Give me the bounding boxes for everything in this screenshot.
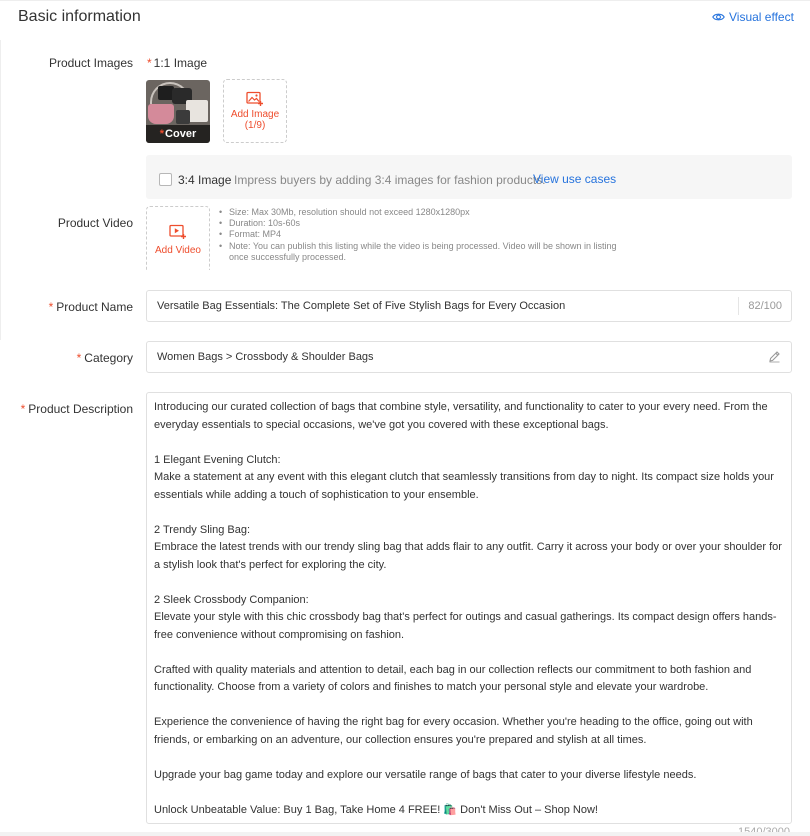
product-video-label: Product Video: [57, 216, 133, 230]
input-divider: [738, 297, 739, 315]
video-note-size: Size: Max 30Mb, resolution should not ex…: [219, 207, 629, 218]
ratio-34-label: 3:4 Image: [178, 173, 232, 187]
add-image-label: Add Image: [230, 109, 280, 120]
add-image-icon: [246, 91, 263, 106]
add-video-button[interactable]: Add Video: [146, 206, 210, 270]
add-video-label: Add Video: [155, 245, 201, 256]
ratio-34-description: Impress buyers by adding 3:4 images for …: [234, 173, 546, 187]
top-divider: [0, 0, 810, 1]
video-note-duration: Duration: 10s-60s: [219, 218, 629, 229]
product-name-input[interactable]: Versatile Bag Essentials: The Complete S…: [146, 290, 792, 322]
category-value: Women Bags > Crossbody & Shoulder Bags: [157, 351, 374, 363]
add-image-button[interactable]: Add Image (1/9): [223, 79, 287, 143]
video-requirements-list: Size: Max 30Mb, resolution should not ex…: [219, 207, 629, 263]
pencil-icon[interactable]: [768, 350, 781, 363]
image-ratio-label: * 1:1 Image: [147, 56, 207, 70]
add-image-count: (1/9): [244, 120, 266, 131]
product-name-label: * Product Name: [48, 300, 133, 314]
visual-effect-label: Visual effect: [729, 10, 794, 24]
cover-label: Cover: [165, 128, 197, 140]
category-label: * Category: [76, 351, 133, 365]
left-divider: [0, 40, 1, 340]
video-note-processing: Note: You can publish this listing while…: [219, 241, 629, 263]
section-title: Basic information: [18, 8, 141, 25]
basic-information-page: Basic information Visual effect Product …: [0, 0, 810, 836]
video-note-format: Format: MP4: [219, 229, 629, 240]
visual-effect-link[interactable]: Visual effect: [712, 10, 794, 24]
product-images-label: Product Images: [48, 56, 133, 70]
cover-image-thumbnail[interactable]: *Cover: [146, 80, 210, 143]
product-description-textarea[interactable]: Introducing our curated collection of ba…: [146, 392, 792, 824]
bottom-divider: [0, 832, 810, 836]
product-description-label: * Product Description: [20, 402, 133, 416]
product-description-text: Introducing our curated collection of ba…: [154, 401, 782, 816]
ratio-34-panel: 3:4 Image Impress buyers by adding 3:4 i…: [146, 155, 792, 199]
cover-badge: *Cover: [146, 125, 210, 143]
eye-icon: [712, 13, 725, 21]
category-selector[interactable]: Women Bags > Crossbody & Shoulder Bags: [146, 341, 792, 373]
required-mark: *: [147, 56, 152, 70]
ratio-text: 1:1 Image: [153, 56, 208, 70]
ratio-34-checkbox[interactable]: [159, 173, 172, 186]
add-video-icon: [169, 224, 186, 239]
product-name-counter: 82/100: [748, 300, 782, 312]
product-name-value: Versatile Bag Essentials: The Complete S…: [157, 300, 566, 312]
view-use-cases-link[interactable]: View use cases: [533, 172, 616, 186]
